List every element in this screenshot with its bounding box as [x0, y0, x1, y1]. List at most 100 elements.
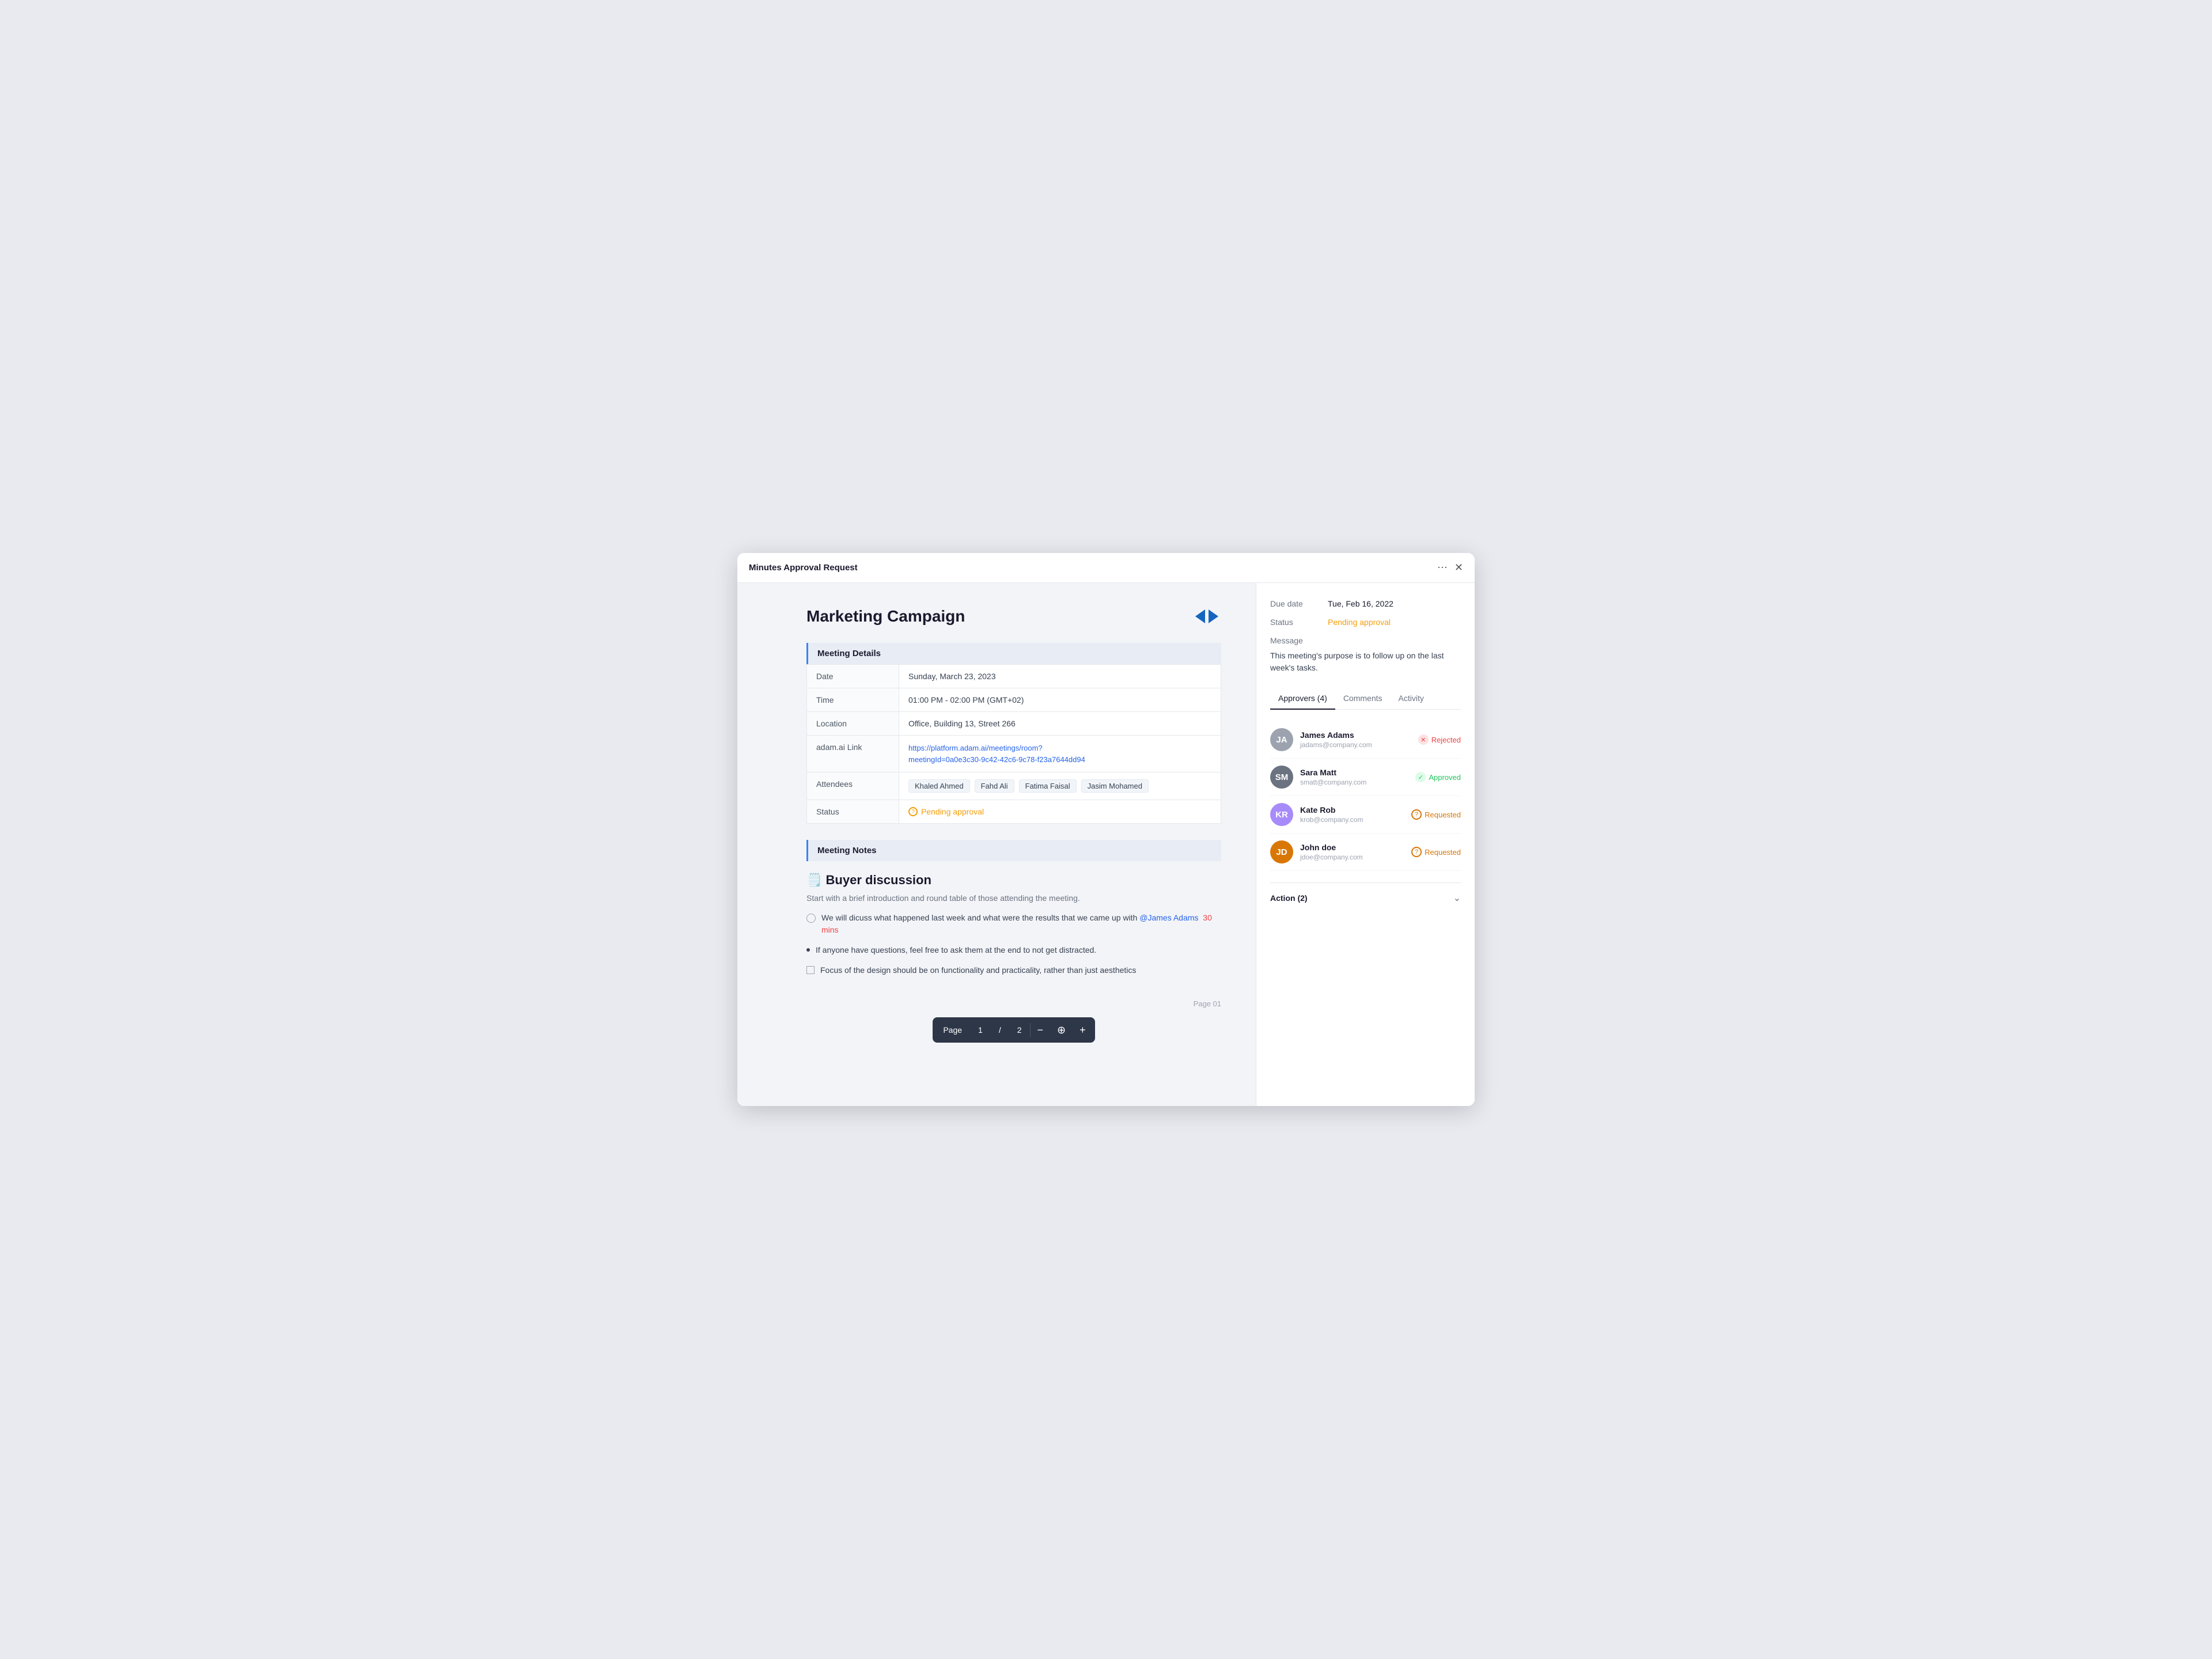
avatar: KR: [1270, 803, 1293, 826]
chevron-down-icon: ⌄: [1453, 892, 1461, 904]
date-value: Sunday, March 23, 2023: [899, 665, 1221, 688]
approver-info: James Adams jadams@company.com: [1300, 730, 1372, 749]
doc-header: Marketing Campaign: [806, 606, 1221, 627]
meeting-notes-section: Meeting Notes 🗒️ Buyer discussion Start …: [806, 840, 1221, 976]
attendee-tag: Fatima Faisal: [1019, 779, 1077, 793]
attendees-value: Khaled Ahmed Fahd Ali Fatima Faisal Jasi…: [899, 772, 1221, 800]
tab-approvers[interactable]: Approvers (4): [1270, 688, 1335, 710]
zoom-fit-button[interactable]: ⊕: [1050, 1017, 1073, 1043]
total-pages: 2: [1009, 1025, 1030, 1035]
status-badge-requested-2: ? Requested: [1411, 847, 1461, 857]
notes-intro: Start with a brief introduction and roun…: [806, 893, 1221, 903]
action-section: Action (2) ⌄: [1270, 882, 1461, 904]
approver-left: JD John doe jdoe@company.com: [1270, 840, 1363, 863]
status-badge-approved: ✓ Approved: [1415, 772, 1461, 782]
approver-left: JA James Adams jadams@company.com: [1270, 728, 1372, 751]
requested-label-2: Requested: [1425, 848, 1461, 857]
note-text-circle: We will dicuss what happened last week a…: [821, 912, 1221, 936]
status-value: ? Pending approval: [899, 800, 1221, 824]
approver-email: jadams@company.com: [1300, 741, 1372, 749]
app-window: Minutes Approval Request ⋯ ✕ Marketing C…: [737, 553, 1475, 1106]
zoom-in-button[interactable]: +: [1073, 1017, 1093, 1043]
pagination-toolbar: Page 1 / 2 − ⊕ +: [933, 1017, 1094, 1043]
approver-info: Sara Matt smatt@company.com: [1300, 768, 1366, 786]
approved-label: Approved: [1429, 773, 1461, 782]
link-value: https://platform.adam.ai/meetings/room?m…: [899, 736, 1221, 772]
approver-name: James Adams: [1300, 730, 1372, 740]
time-label: Time: [807, 688, 899, 712]
approver-list: JA James Adams jadams@company.com ✕ Reje…: [1270, 721, 1461, 871]
attendee-tag: Khaled Ahmed: [908, 779, 970, 793]
attendee-tag: Fahd Ali: [975, 779, 1014, 793]
avatar: JA: [1270, 728, 1293, 751]
right-status-value: Pending approval: [1328, 618, 1391, 627]
message-section: Message This meeting's purpose is to fol…: [1270, 636, 1461, 688]
action-header[interactable]: Action (2) ⌄: [1270, 892, 1461, 904]
zoom-out-button[interactable]: −: [1031, 1017, 1051, 1043]
note-text-square: Focus of the design should be on functio…: [820, 964, 1136, 976]
meeting-notes-header: Meeting Notes: [806, 840, 1221, 861]
table-row: Date Sunday, March 23, 2023: [807, 665, 1221, 688]
current-page: 1: [970, 1025, 991, 1035]
right-status-label: Status: [1270, 618, 1328, 627]
status-badge-rejected: ✕ Rejected: [1418, 734, 1461, 745]
approver-email: krob@company.com: [1300, 816, 1363, 824]
page-label: Page: [935, 1025, 970, 1035]
approved-icon: ✓: [1415, 772, 1426, 782]
square-bullet-icon: [806, 966, 815, 974]
window-title: Minutes Approval Request: [749, 563, 858, 573]
doc-title: Marketing Campaign: [806, 607, 965, 626]
mention: @James Adams: [1139, 913, 1198, 922]
message-label: Message: [1270, 636, 1461, 645]
rejected-icon: ✕: [1418, 734, 1429, 745]
table-row: Time 01:00 PM - 02:00 PM (GMT+02): [807, 688, 1221, 712]
status-row: Status Pending approval: [1270, 618, 1461, 627]
titlebar: Minutes Approval Request ⋯ ✕: [737, 553, 1475, 583]
rejected-label: Rejected: [1431, 736, 1461, 744]
avatar: JD: [1270, 840, 1293, 863]
note-item-dot: If anyone have questions, feel free to a…: [806, 944, 1221, 956]
circle-bullet-icon: [806, 914, 816, 923]
attendee-tags: Khaled Ahmed Fahd Ali Fatima Faisal Jasi…: [908, 779, 1211, 793]
location-value: Office, Building 13, Street 266: [899, 712, 1221, 736]
table-row: Status ? Pending approval: [807, 800, 1221, 824]
approver-item: JA James Adams jadams@company.com ✕ Reje…: [1270, 721, 1461, 759]
avatar: SM: [1270, 766, 1293, 789]
note-item-circle: We will dicuss what happened last week a…: [806, 912, 1221, 936]
right-panel: Due date Tue, Feb 16, 2022 Status Pendin…: [1256, 583, 1475, 1106]
dot-bullet-icon: [806, 948, 810, 952]
discussion-emoji: 🗒️: [806, 873, 822, 887]
left-panel: Marketing Campaign Meeting Details Date …: [737, 583, 1256, 1106]
approver-item: KR Kate Rob krob@company.com ? Requested: [1270, 796, 1461, 834]
due-date-row: Due date Tue, Feb 16, 2022: [1270, 599, 1461, 608]
approver-email: jdoe@company.com: [1300, 853, 1363, 861]
bottom-toolbar: Page 1 / 2 − ⊕ +: [806, 1008, 1221, 1052]
approver-email: smatt@company.com: [1300, 778, 1366, 786]
action-title: Action (2): [1270, 893, 1308, 903]
note-text-dot: If anyone have questions, feel free to a…: [816, 944, 1096, 956]
more-button[interactable]: ⋯: [1437, 562, 1448, 574]
approver-info: John doe jdoe@company.com: [1300, 843, 1363, 861]
tab-activity[interactable]: Activity: [1391, 688, 1432, 710]
page-separator: /: [991, 1025, 1009, 1035]
location-label: Location: [807, 712, 899, 736]
requested-label: Requested: [1425, 810, 1461, 819]
main-content: Marketing Campaign Meeting Details Date …: [737, 583, 1475, 1106]
approver-item: JD John doe jdoe@company.com ? Requested: [1270, 834, 1461, 871]
approver-left: KR Kate Rob krob@company.com: [1270, 803, 1363, 826]
time-value: 01:00 PM - 02:00 PM (GMT+02): [899, 688, 1221, 712]
approver-name: Sara Matt: [1300, 768, 1366, 777]
approver-info: Kate Rob krob@company.com: [1300, 805, 1363, 824]
approver-name: Kate Rob: [1300, 805, 1363, 815]
discussion-title: 🗒️ Buyer discussion: [806, 873, 1221, 888]
due-date-label: Due date: [1270, 599, 1328, 608]
note-item-square: Focus of the design should be on functio…: [806, 964, 1221, 976]
meeting-link[interactable]: https://platform.adam.ai/meetings/room?m…: [908, 744, 1085, 764]
due-date-value: Tue, Feb 16, 2022: [1328, 599, 1393, 608]
status-pending: ? Pending approval: [908, 807, 1211, 816]
attendee-tag: Jasim Mohamed: [1081, 779, 1149, 793]
close-button[interactable]: ✕: [1455, 562, 1463, 574]
page-indicator: Page 01: [806, 999, 1221, 1008]
requested-icon-2: ?: [1411, 847, 1422, 857]
tab-comments[interactable]: Comments: [1335, 688, 1391, 710]
